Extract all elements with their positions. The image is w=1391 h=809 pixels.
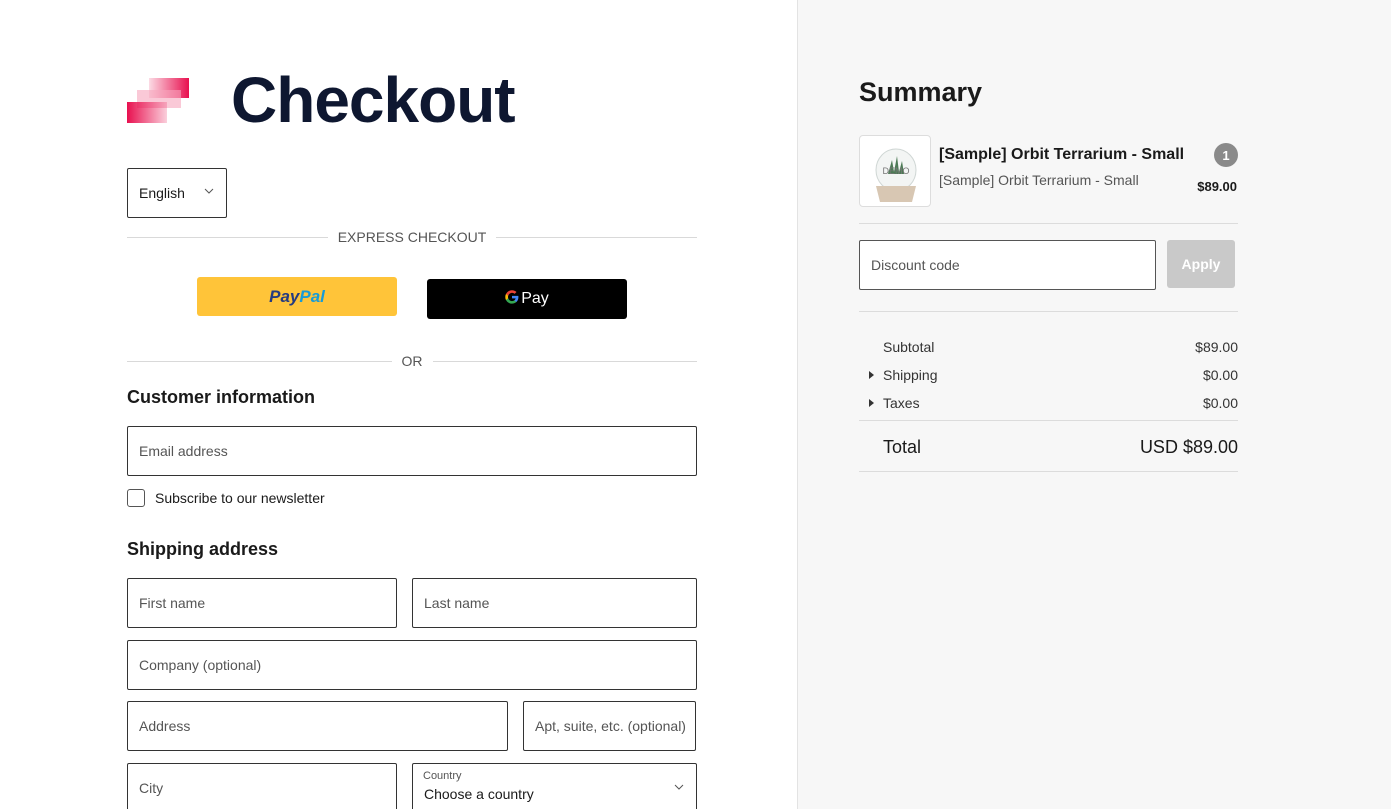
- divider-line: [496, 236, 697, 238]
- total-value: USD $89.00: [1139, 437, 1238, 457]
- total-label: Total: [883, 437, 922, 457]
- first-name-field[interactable]: First name: [127, 578, 397, 628]
- email-placeholder: Email address: [139, 443, 228, 459]
- google-pay-label: Pay: [521, 290, 549, 307]
- city-placeholder: City: [139, 780, 164, 796]
- or-label: OR: [401, 353, 423, 369]
- expand-caret-icon[interactable]: [869, 399, 874, 407]
- apply-discount-button[interactable]: Apply: [1167, 240, 1235, 288]
- summary-title: Summary: [859, 77, 983, 107]
- google-pay-button[interactable]: Pay: [427, 279, 627, 319]
- address-field[interactable]: Address: [127, 701, 508, 751]
- chevron-down-icon: [674, 784, 684, 790]
- paypal-logo-part1: Pay: [269, 286, 300, 306]
- item-variant: [Sample] Orbit Terrarium - Small: [939, 172, 1139, 188]
- expand-caret-icon[interactable]: [869, 371, 874, 379]
- shipping-label: Shipping: [883, 367, 938, 383]
- thumbnail-watermark: DEMO: [883, 166, 910, 176]
- page-title: Checkout: [231, 64, 516, 136]
- company-placeholder: Company (optional): [139, 657, 262, 673]
- shipping-value: $0.00: [1202, 367, 1238, 383]
- taxes-label: Taxes: [883, 395, 920, 411]
- summary-divider: [859, 420, 1238, 421]
- country-value: Choose a country: [424, 786, 534, 802]
- item-name: [Sample] Orbit Terrarium - Small: [939, 146, 1185, 163]
- summary-divider: [859, 311, 1238, 312]
- brand-logo-icon: [127, 78, 191, 124]
- shipping-row[interactable]: Shipping $0.00: [869, 367, 1238, 383]
- city-field[interactable]: City: [127, 763, 397, 809]
- discount-code-input[interactable]: Discount code: [859, 240, 1156, 290]
- divider-line: [127, 360, 392, 362]
- address-placeholder: Address: [139, 718, 191, 734]
- divider-line: [432, 360, 697, 362]
- company-field[interactable]: Company (optional): [127, 640, 697, 690]
- divider-line: [127, 236, 328, 238]
- checkout-form-panel: Checkout English EXPRESS CHECKOUT Pay Pal…: [0, 0, 797, 809]
- taxes-value: $0.00: [1202, 395, 1238, 411]
- chevron-down-icon: [204, 188, 214, 194]
- last-name-field[interactable]: Last name: [412, 578, 697, 628]
- apt-suite-placeholder: Apt, suite, etc. (optional): [535, 718, 686, 734]
- product-thumbnail: DEMO: [859, 135, 931, 207]
- newsletter-label: Subscribe to our newsletter: [155, 490, 325, 506]
- language-select[interactable]: English: [127, 168, 227, 218]
- express-checkout-label: EXPRESS CHECKOUT: [337, 229, 487, 245]
- quantity-badge: 1: [1214, 143, 1238, 167]
- customer-information-heading: Customer information: [127, 387, 316, 407]
- country-label: Country: [423, 770, 462, 782]
- discount-placeholder: Discount code: [871, 257, 960, 273]
- order-summary-panel: Summary DEMO [Sample] Orbit Terrarium - …: [797, 0, 1391, 809]
- email-field[interactable]: Email address: [127, 426, 697, 476]
- last-name-placeholder: Last name: [424, 595, 490, 611]
- newsletter-checkbox[interactable]: [127, 489, 145, 507]
- first-name-placeholder: First name: [139, 595, 206, 611]
- paypal-logo-part2: Pal: [299, 286, 325, 306]
- subtotal-value: $89.00: [1195, 339, 1238, 355]
- summary-divider: [859, 223, 1238, 224]
- shipping-address-heading: Shipping address: [127, 539, 279, 559]
- google-g-icon: [505, 289, 519, 309]
- subtotal-label: Subtotal: [883, 339, 935, 355]
- summary-divider: [859, 471, 1238, 472]
- apt-suite-field[interactable]: Apt, suite, etc. (optional): [523, 701, 696, 751]
- express-checkout-divider: EXPRESS CHECKOUT: [127, 227, 697, 247]
- item-price: $89.00: [1197, 179, 1237, 194]
- taxes-row[interactable]: Taxes $0.00: [869, 395, 1238, 411]
- country-select[interactable]: Country Choose a country: [412, 763, 697, 809]
- paypal-button[interactable]: Pay Pal: [197, 277, 397, 316]
- total-row: Total USD $89.00: [883, 437, 1238, 458]
- subtotal-row: Subtotal $89.00: [883, 339, 1238, 355]
- or-divider: OR: [127, 351, 697, 371]
- language-select-value: English: [139, 185, 185, 201]
